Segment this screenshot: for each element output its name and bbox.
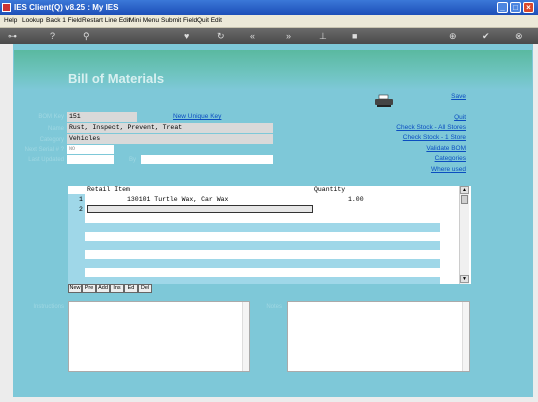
app-icon xyxy=(2,3,11,12)
check-stock-1-store-link[interactable]: Check Stock - 1 Store xyxy=(403,134,466,141)
grid-ins-button[interactable]: Ins xyxy=(110,284,124,293)
column-header-quantity[interactable]: Quantity xyxy=(314,186,345,193)
toolbar: ⊶ ? ⚲ ♥ ↻ « » ⊥ ■ ⊕ ✔ ⊗ xyxy=(0,28,538,44)
where-used-link[interactable]: Where used xyxy=(431,166,466,173)
menu-submit-field[interactable]: Submit Field xyxy=(161,17,197,24)
printer-icon[interactable] xyxy=(374,94,394,108)
stop-icon[interactable]: ■ xyxy=(352,30,357,42)
table-row xyxy=(85,277,440,284)
window-title: IES Client(Q) v8.25 : My IES xyxy=(14,3,119,12)
scroll-down-icon[interactable]: ▼ xyxy=(460,275,469,283)
title-bar: IES Client(Q) v8.25 : My IES _ □ × xyxy=(0,0,538,15)
search-icon[interactable]: ⚲ xyxy=(83,30,90,42)
rewind-icon[interactable]: « xyxy=(250,30,255,42)
minimize-button[interactable]: _ xyxy=(497,2,508,13)
close-button[interactable]: × xyxy=(523,2,534,13)
menu-lookup[interactable]: Lookup xyxy=(22,17,43,24)
instructions-scrollbar[interactable] xyxy=(242,302,249,371)
menu-quit-edit[interactable]: Quit Edit xyxy=(197,17,222,24)
quit-link[interactable]: Quit xyxy=(454,114,466,121)
retail-item-cell[interactable]: 130101 Turtle Wax, Car Wax xyxy=(127,195,228,204)
grid-ed-button[interactable]: Ed xyxy=(124,284,138,293)
scroll-thumb[interactable] xyxy=(461,195,468,204)
grid-add-button[interactable]: Add xyxy=(96,284,110,293)
refresh-icon[interactable]: ↻ xyxy=(217,30,225,42)
validate-bom-link[interactable]: Validate BOM xyxy=(426,145,466,152)
grid-pre-button[interactable]: Pre xyxy=(82,284,96,293)
check-icon[interactable]: ✔ xyxy=(482,30,490,42)
table-row xyxy=(85,241,440,250)
row-number: 1 xyxy=(79,196,83,203)
name-field[interactable]: Rust, Inspect, Prevent, Treat xyxy=(67,123,273,133)
instructions-textarea[interactable] xyxy=(68,301,250,372)
page-banner: Bill of Materials xyxy=(14,50,532,90)
menu-bar: Help Lookup Back 1 Field Restart Line Ed… xyxy=(0,15,538,28)
heart-icon[interactable]: ♥ xyxy=(184,30,189,42)
last-updated-label: Last Updated xyxy=(28,157,64,163)
right-frame xyxy=(533,44,538,402)
next-serial-label: Next Serial # ? xyxy=(24,147,64,153)
left-frame xyxy=(0,44,13,402)
menu-restart-line-edit[interactable]: Restart Line Edit xyxy=(82,17,130,24)
help-icon[interactable]: ? xyxy=(50,30,55,42)
table-row[interactable]: 2 xyxy=(79,205,440,214)
next-serial-field[interactable]: NO xyxy=(67,145,114,154)
grid-del-button[interactable]: Del xyxy=(138,284,152,293)
menu-mini-menu[interactable]: Mini Menu xyxy=(129,17,159,24)
table-row xyxy=(85,223,440,232)
maximize-button[interactable]: □ xyxy=(510,2,521,13)
by-field[interactable] xyxy=(141,155,273,164)
scroll-up-icon[interactable]: ▲ xyxy=(460,186,469,194)
grid-body: 1 130101 Turtle Wax, Car Wax 1.00 2 xyxy=(68,195,459,284)
instructions-label: Instructions xyxy=(33,304,64,310)
table-row[interactable]: 1 130101 Turtle Wax, Car Wax 1.00 xyxy=(79,195,440,204)
check-stock-all-stores-link[interactable]: Check Stock - All Stores xyxy=(396,124,466,131)
notes-scrollbar[interactable] xyxy=(462,302,469,371)
pin-icon[interactable]: ⊥ xyxy=(319,30,327,42)
name-label: Name xyxy=(47,126,64,132)
forward-icon[interactable]: » xyxy=(286,30,291,42)
new-unique-key-link[interactable]: New Unique Key xyxy=(173,113,221,120)
quantity-cell[interactable]: 1.00 xyxy=(348,195,364,204)
plus-icon[interactable]: ⊕ xyxy=(449,30,457,42)
category-label: Category xyxy=(39,137,64,143)
table-row xyxy=(85,259,440,268)
notes-label: Notes xyxy=(266,304,282,310)
category-field[interactable]: Vehicles xyxy=(67,134,273,144)
retail-item-edit-field[interactable] xyxy=(87,205,313,213)
grid-scrollbar[interactable]: ▲ ▼ xyxy=(459,186,469,284)
row-number: 2 xyxy=(79,206,83,213)
bottom-frame xyxy=(0,397,538,402)
grid-new-button[interactable]: New xyxy=(68,284,82,293)
notes-textarea[interactable] xyxy=(287,301,470,372)
bom-key-label: BOM Key xyxy=(38,114,64,120)
by-label: By xyxy=(128,157,136,163)
bom-key-field[interactable]: 151 xyxy=(67,112,137,122)
column-header-retail-item[interactable]: Retail Item xyxy=(87,186,130,193)
menu-back-1-field[interactable]: Back 1 Field xyxy=(46,17,82,24)
menu-help[interactable]: Help xyxy=(4,17,17,24)
categories-link[interactable]: Categories xyxy=(435,155,466,162)
page-title: Bill of Materials xyxy=(68,71,165,86)
cancel-icon[interactable]: ⊗ xyxy=(515,30,523,42)
save-link[interactable]: Save xyxy=(451,93,466,100)
key-icon[interactable]: ⊶ xyxy=(8,30,17,42)
